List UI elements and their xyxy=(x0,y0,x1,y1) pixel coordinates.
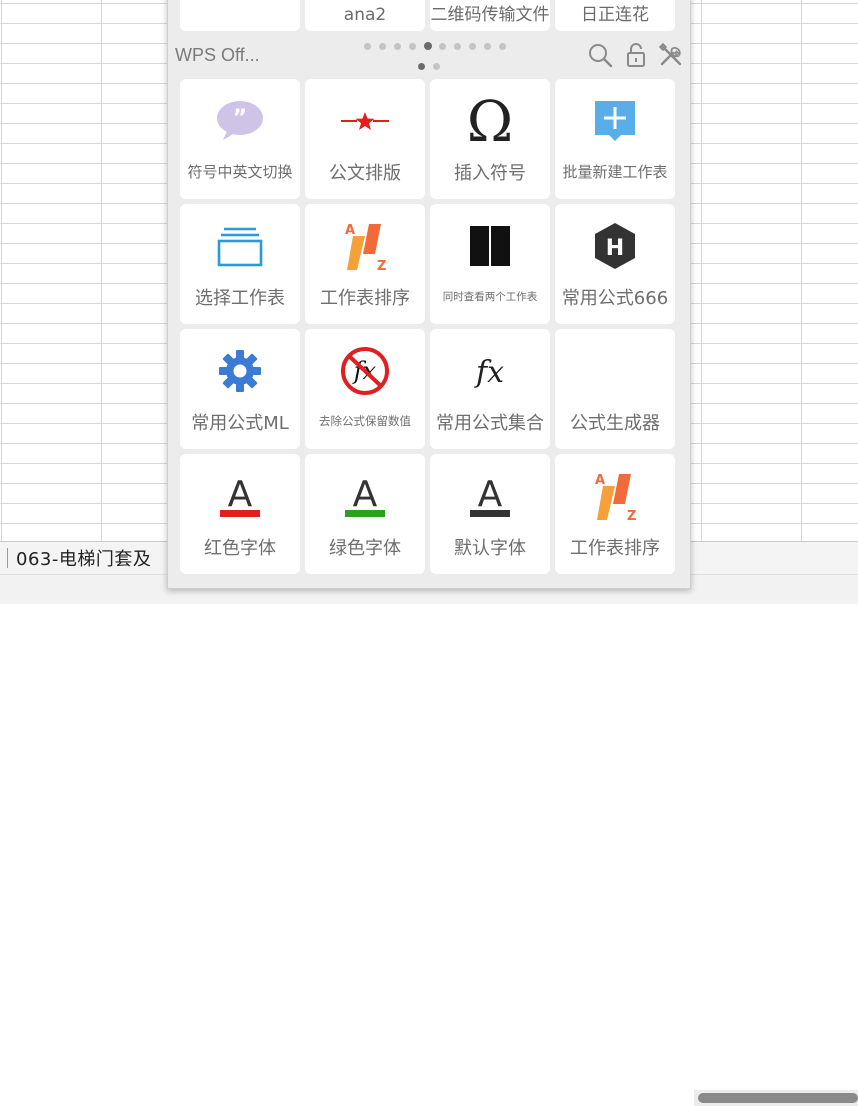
plugin-panel: ana2 二维码传输文件 日正连花 WPS Off... ” 符号中英文切换 公… xyxy=(167,0,691,589)
svg-text:A: A xyxy=(478,474,503,515)
tile-common-formula-666[interactable]: H 常用公式666 xyxy=(555,204,675,324)
tile-select-sheet[interactable]: 选择工作表 xyxy=(180,204,300,324)
page-dot[interactable] xyxy=(424,42,432,50)
page-dot[interactable] xyxy=(394,43,401,50)
sheet-tab-divider xyxy=(7,548,8,568)
page-dot[interactable] xyxy=(454,43,461,50)
tile-label: 符号中英文切换 xyxy=(187,163,293,181)
tile-batch-new-sheets[interactable]: 批量新建工作表 xyxy=(555,79,675,199)
tile-common-formula-ml[interactable]: 常用公式ML xyxy=(180,329,300,449)
tile-label: 去除公式保留数值 xyxy=(319,414,411,428)
svg-text:Z: Z xyxy=(627,509,636,522)
tile-label: 红色字体 xyxy=(204,538,276,559)
page-dot[interactable] xyxy=(418,63,425,70)
page-dot[interactable] xyxy=(433,63,440,70)
tile-label: 批量新建工作表 xyxy=(562,163,668,181)
tile-symbol-cn-en-toggle[interactable]: ” 符号中英文切换 xyxy=(180,79,300,199)
tile-label: 常用公式666 xyxy=(561,288,669,309)
svg-text:Z: Z xyxy=(377,259,386,272)
tile-label: 常用公式集合 xyxy=(436,413,544,434)
panel-title: WPS Off... xyxy=(175,45,260,65)
tile-document-layout[interactable]: 公文排版 xyxy=(305,79,425,199)
page-dot[interactable] xyxy=(379,43,386,50)
tile-remove-formula-keep-values[interactable]: fx 去除公式保留数值 xyxy=(305,329,425,449)
tile-label: 插入符号 xyxy=(454,163,526,184)
tile-label: 常用公式ML xyxy=(191,413,289,434)
tile-label: 公式生成器 xyxy=(570,413,660,434)
sheet-tab[interactable]: 063-电梯门套及 xyxy=(16,545,151,571)
font-red-icon: A xyxy=(220,474,260,517)
omega-icon: Ω xyxy=(467,93,513,149)
tile-view-two-sheets[interactable]: 同时查看两个工作表 xyxy=(430,204,550,324)
no-fx-icon: fx xyxy=(341,347,389,395)
top-tile-label: ana2 xyxy=(343,5,387,25)
svg-text:A: A xyxy=(345,223,355,238)
unlock-icon[interactable] xyxy=(622,41,650,69)
svg-text:”: ” xyxy=(233,106,247,131)
stacked-sheets-icon xyxy=(217,227,263,267)
top-tile-3[interactable]: 二维码传输文件 xyxy=(430,0,550,31)
sort-az-icon: A Z xyxy=(595,473,636,522)
tile-label: 工作表排序 xyxy=(570,538,660,559)
page-dot[interactable] xyxy=(409,43,416,50)
panel-header: WPS Off... xyxy=(168,41,690,71)
tile-default-font[interactable]: A 默认字体 xyxy=(430,454,550,574)
font-green-icon: A xyxy=(345,474,385,517)
tile-label: 工作表排序 xyxy=(320,288,410,309)
svg-text:A: A xyxy=(353,474,378,515)
tile-insert-symbol[interactable]: Ω 插入符号 xyxy=(430,79,550,199)
tile-label: 默认字体 xyxy=(454,538,526,559)
page-dot[interactable] xyxy=(364,43,371,50)
tile-label: 选择工作表 xyxy=(195,288,285,309)
svg-text:H: H xyxy=(606,236,624,261)
svg-text:fx: fx xyxy=(474,355,504,390)
top-tile-2[interactable]: ana2 xyxy=(305,0,425,31)
tile-sheet-sort[interactable]: A Z 工作表排序 xyxy=(305,204,425,324)
svg-text:A: A xyxy=(595,473,605,488)
top-tile-1[interactable] xyxy=(180,0,300,31)
tools-icon[interactable] xyxy=(657,41,685,69)
top-tile-label: 日正连花 xyxy=(581,5,649,25)
page-dot[interactable] xyxy=(469,43,476,50)
top-tile-label: 二维码传输文件 xyxy=(430,5,550,25)
hexagon-h-icon: H xyxy=(595,223,635,269)
tile-sheet-sort-2[interactable]: A Z 工作表排序 xyxy=(555,454,675,574)
page-dot[interactable] xyxy=(439,43,446,50)
tile-formula-generator[interactable]: 公式生成器 xyxy=(555,329,675,449)
tile-label: 绿色字体 xyxy=(329,538,401,559)
tile-label: 同时查看两个工作表 xyxy=(442,291,538,303)
search-icon[interactable] xyxy=(586,41,614,69)
two-columns-icon xyxy=(470,226,510,266)
sort-az-icon: A Z xyxy=(345,223,386,272)
tile-green-font[interactable]: A 绿色字体 xyxy=(305,454,425,574)
page-dot[interactable] xyxy=(499,43,506,50)
tile-common-formula-set[interactable]: fx 常用公式集合 xyxy=(430,329,550,449)
gear-icon xyxy=(219,350,261,392)
tile-label: 公文排版 xyxy=(329,163,401,184)
horizontal-scrollbar-thumb[interactable] xyxy=(698,1093,858,1103)
top-tile-4[interactable]: 日正连花 xyxy=(555,0,675,31)
svg-text:Ω: Ω xyxy=(467,93,513,149)
tile-red-font[interactable]: A 红色字体 xyxy=(180,454,300,574)
svg-text:A: A xyxy=(228,474,253,515)
plus-note-icon xyxy=(595,101,635,141)
red-star-line-icon xyxy=(341,112,389,130)
fx-icon: fx xyxy=(474,355,504,390)
horizontal-scrollbar[interactable] xyxy=(694,1090,858,1106)
font-default-icon: A xyxy=(470,474,510,517)
quote-bubble-icon: ” xyxy=(217,101,263,140)
page-dot[interactable] xyxy=(484,43,491,50)
